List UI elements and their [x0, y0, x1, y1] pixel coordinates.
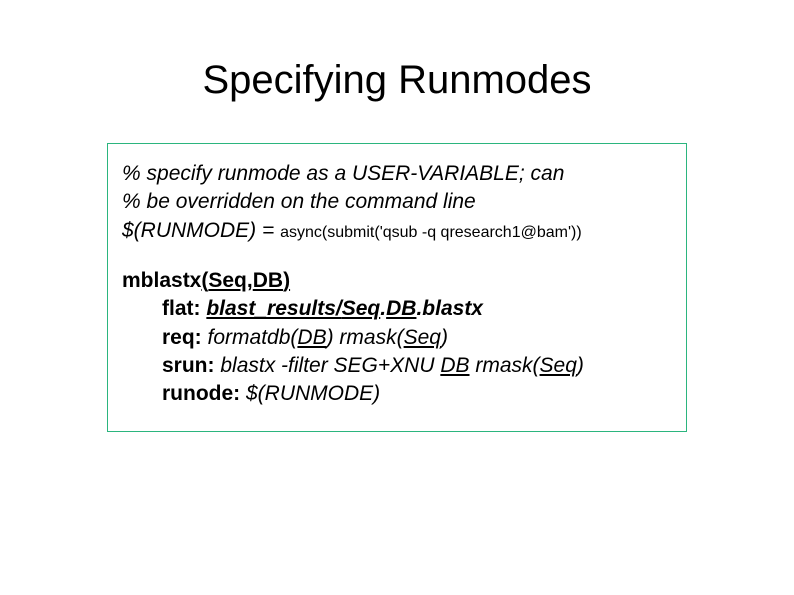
flat-suffix: blastx [422, 297, 483, 320]
req-formatdb-open: formatdb( [208, 326, 298, 349]
req-seq: Seq [404, 326, 441, 349]
srun-seq: Seq [540, 354, 577, 377]
srun-line: srun: blastx -filter SEG+XNU DB rmask(Se… [122, 352, 672, 380]
srun-cmd: blastx -filter SEG+XNU [220, 354, 440, 377]
comment-text: be overridden on the command line [141, 190, 476, 213]
rule-header: mblastx(Seq,DB) [122, 267, 672, 295]
srun-rmask-open: rmask( [475, 354, 539, 377]
req-rmask-open: rmask( [339, 326, 403, 349]
req-key: req: [162, 326, 202, 349]
runmode-assignment: $(RUNMODE) = async(submit('qsub -q qrese… [122, 217, 672, 245]
code-box: % specify runmode as a USER-VARIABLE; ca… [107, 143, 687, 432]
runmode-lhs: $(RUNMODE) = [122, 219, 280, 242]
flat-line: flat: blast_results/Seq.DB.blastx [122, 295, 672, 323]
runmode-rhs: async(submit('qsub -q qresearch1@bam')) [280, 224, 582, 241]
rule-arg-db: DB [253, 269, 283, 292]
slide-title: Specifying Runmodes [0, 58, 794, 103]
flat-db: DB [386, 297, 416, 320]
comment-text: specify runmode as a USER-VARIABLE; can [141, 162, 565, 185]
req-rmask-close: ) [441, 326, 448, 349]
flat-prefix: blast_results/ [206, 297, 341, 320]
srun-key: srun: [162, 354, 215, 377]
comment-line-1: % specify runmode as a USER-VARIABLE; ca… [122, 160, 672, 188]
rule-arg-seq: Seq [208, 269, 247, 292]
percent-sign: % [122, 162, 141, 185]
slide: Specifying Runmodes % specify runmode as… [0, 0, 794, 595]
rule-close-paren: ) [283, 269, 290, 292]
req-formatdb-close: ) [327, 326, 340, 349]
req-db: DB [297, 326, 326, 349]
comment-line-2: % be overridden on the command line [122, 188, 672, 216]
rule-name: mblastx [122, 269, 201, 292]
flat-seq: Seq [342, 297, 381, 320]
srun-db: DB [440, 354, 469, 377]
srun-rmask-close: ) [577, 354, 584, 377]
blank-line [122, 245, 672, 267]
runode-key: runode: [162, 382, 240, 405]
runode-value: $(RUNMODE) [246, 382, 380, 405]
runode-line: runode: $(RUNMODE) [122, 380, 672, 408]
flat-key: flat: [162, 297, 201, 320]
req-line: req: formatdb(DB) rmask(Seq) [122, 324, 672, 352]
percent-sign: % [122, 190, 141, 213]
